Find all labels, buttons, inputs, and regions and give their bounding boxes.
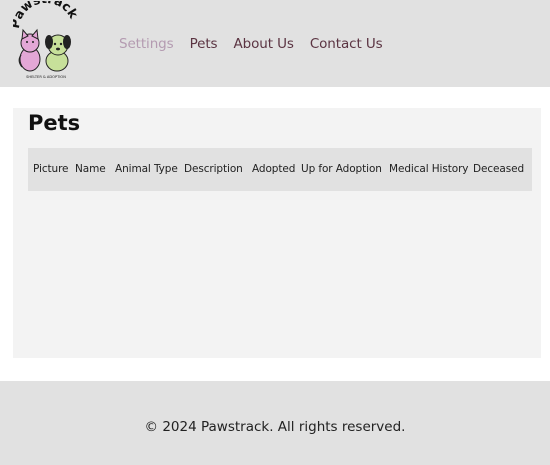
site-header: Pawstrack SHELTER & ADOPTION Settings Pe… — [0, 0, 550, 87]
pawstrack-logo[interactable]: Pawstrack SHELTER & ADOPTION — [7, 0, 82, 81]
nav-pets-link[interactable]: Pets — [190, 36, 218, 52]
logo-subtext: SHELTER & ADOPTION — [26, 75, 66, 79]
pets-table-header: Picture Name Animal Type Description Ado… — [28, 148, 532, 191]
column-header-picture: Picture — [33, 163, 69, 175]
column-header-up-for-adoption: Up for Adoption — [301, 163, 382, 175]
nav-contact-link[interactable]: Contact Us — [310, 36, 383, 52]
column-header-deceased: Deceased — [473, 163, 525, 175]
logo-graphic: Pawstrack SHELTER & ADOPTION — [7, 0, 82, 79]
pets-panel: Pets Picture Name Animal Type Descriptio… — [13, 108, 541, 358]
column-header-animal-type: Animal Type — [115, 163, 178, 175]
main-nav: Settings Pets About Us Contact Us — [119, 35, 383, 53]
nav-settings-link[interactable]: Settings — [119, 36, 174, 52]
site-footer: © 2024 Pawstrack. All rights reserved. — [0, 381, 550, 465]
column-header-medical-history: Medical History — [389, 163, 469, 175]
footer-copyright: © 2024 Pawstrack. All rights reserved. — [144, 419, 406, 435]
column-header-adopted: Adopted — [252, 163, 296, 175]
page-title: Pets — [28, 111, 81, 135]
svg-text:Pawstrack: Pawstrack — [13, 1, 79, 30]
column-header-description: Description — [184, 163, 243, 175]
column-header-name: Name — [75, 163, 106, 175]
nav-about-link[interactable]: About Us — [233, 36, 293, 52]
